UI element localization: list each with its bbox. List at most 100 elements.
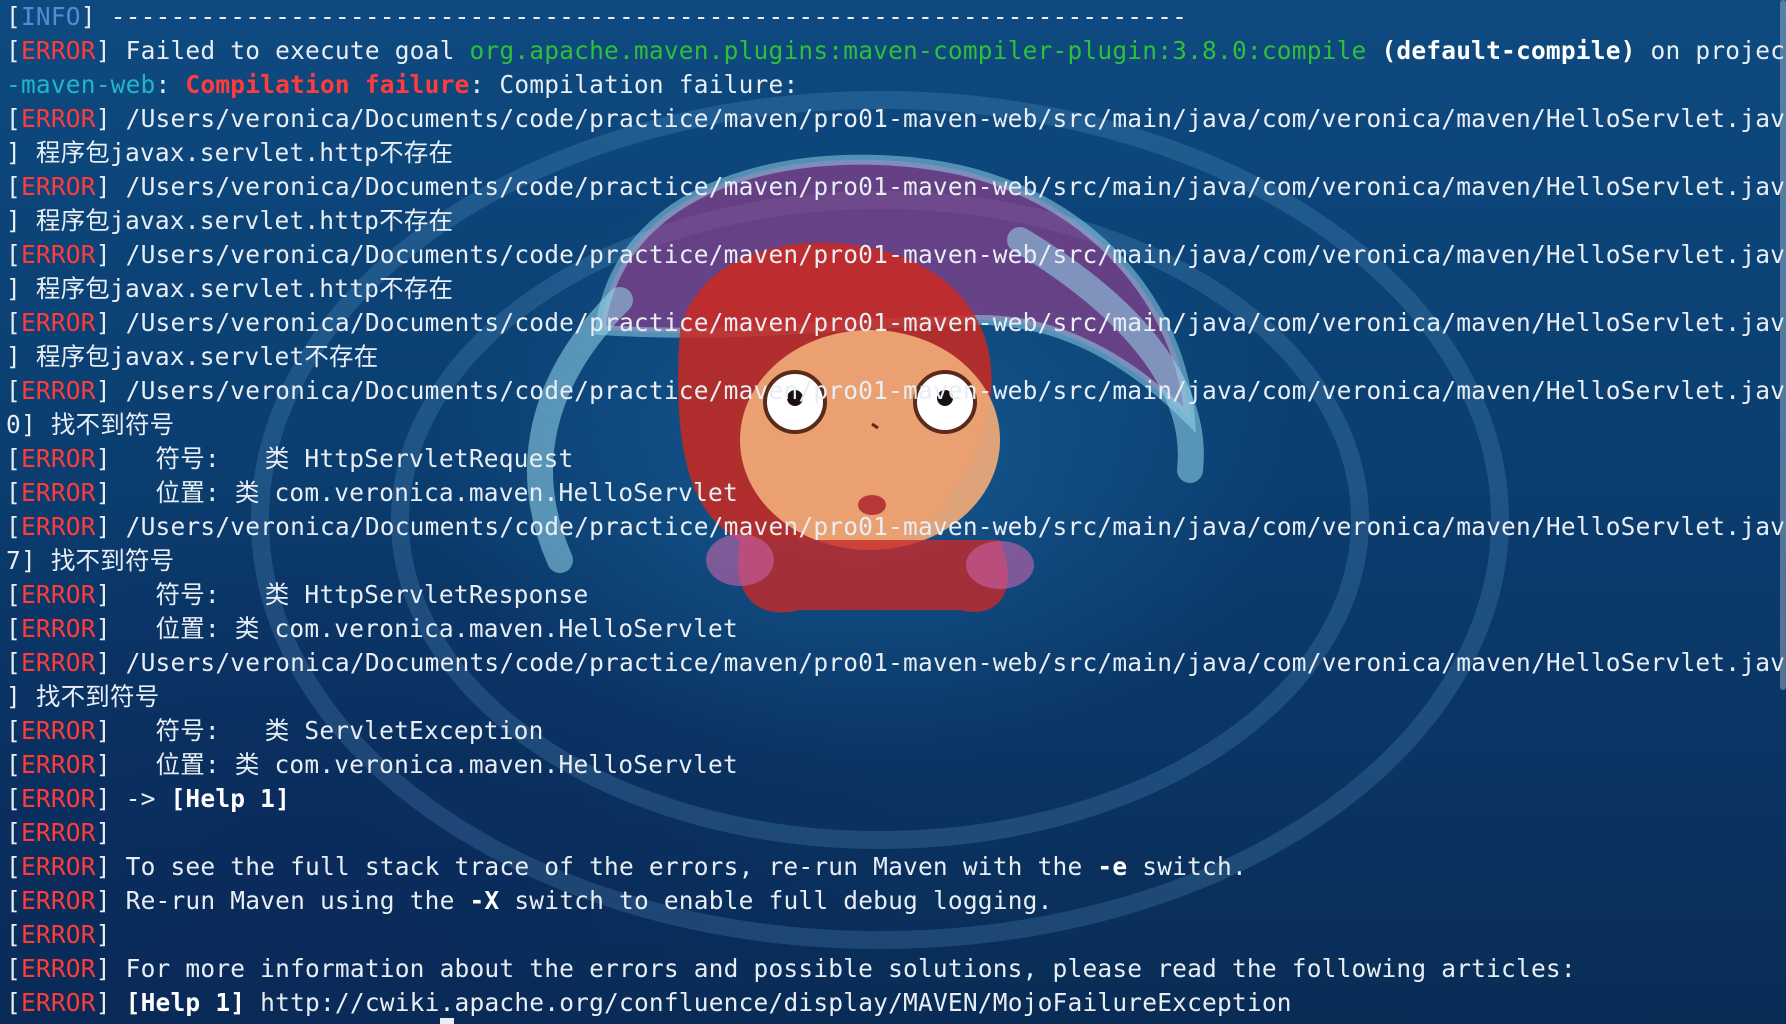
- log-line: -maven-web: Compilation failure: Compila…: [6, 68, 1780, 102]
- terminal-window[interactable]: [INFO] ---------------------------------…: [0, 0, 1786, 1024]
- level-bracket: ]: [95, 512, 111, 541]
- log-text: 符号: 类 ServletException: [110, 716, 544, 745]
- level-error: ERROR: [20, 784, 96, 813]
- log-line: [ERROR] -> [Help 1]: [6, 782, 1780, 816]
- level-error: ERROR: [20, 988, 96, 1017]
- level-error: ERROR: [20, 920, 96, 949]
- text-cursor: [440, 1018, 454, 1024]
- level-bracket: [: [6, 580, 21, 609]
- level-error: ERROR: [20, 36, 96, 65]
- log-text: : Compilation failure:: [469, 70, 799, 99]
- level-error: ERROR: [20, 376, 96, 405]
- level-bracket: ]: [95, 716, 111, 745]
- level-bracket: ]: [95, 784, 111, 813]
- log-line: [ERROR] /Users/veronica/Documents/code/p…: [6, 646, 1786, 680]
- log-line: [ERROR] /Users/veronica/Documents/code/p…: [6, 306, 1786, 340]
- level-bracket: [: [6, 36, 21, 65]
- level-bracket: [: [6, 478, 21, 507]
- level-bracket: [: [6, 614, 21, 643]
- level-bracket: [: [6, 648, 21, 677]
- level-info: INFO: [20, 2, 81, 31]
- level-bracket: [: [6, 172, 21, 201]
- log-line: [ERROR] /Users/veronica/Documents/code/p…: [6, 238, 1786, 272]
- log-line: [ERROR] Re-run Maven using the -X switch…: [6, 884, 1780, 918]
- log-text: For more information about the errors an…: [110, 954, 1576, 983]
- log-text: 位置: 类 com.veronica.maven.HelloServlet: [110, 614, 738, 643]
- log-line: [ERROR] 位置: 类 com.veronica.maven.HelloSe…: [6, 612, 1780, 646]
- level-bracket: [: [6, 512, 21, 541]
- level-bracket: ]: [95, 580, 111, 609]
- level-bracket: [: [6, 818, 21, 847]
- level-error: ERROR: [20, 104, 96, 133]
- log-text: ->: [110, 784, 171, 813]
- level-bracket: ]: [95, 954, 111, 983]
- log-text: ] 找不到符号: [6, 682, 160, 711]
- log-text: ] 程序包javax.servlet不存在: [6, 342, 379, 371]
- level-bracket: ]: [95, 478, 111, 507]
- log-line: ] 程序包javax.servlet不存在: [6, 340, 1780, 374]
- level-error: ERROR: [20, 648, 96, 677]
- level-bracket: [: [6, 308, 21, 337]
- log-text: To see the full stack trace of the error…: [110, 852, 1098, 881]
- log-line: [ERROR] /Users/veronica/Documents/code/p…: [6, 510, 1786, 544]
- level-bracket: ]: [95, 308, 111, 337]
- log-line: ] 找不到符号: [6, 680, 1780, 714]
- level-bracket: ]: [95, 920, 111, 949]
- log-text: [Help 1]: [125, 988, 246, 1017]
- level-bracket: ]: [95, 172, 111, 201]
- terminal-output[interactable]: [INFO] ---------------------------------…: [6, 0, 1786, 1020]
- level-error: ERROR: [20, 172, 96, 201]
- level-bracket: [: [6, 784, 21, 813]
- log-text: 位置: 类 com.veronica.maven.HelloServlet: [110, 478, 738, 507]
- log-text: 7] 找不到符号: [6, 546, 175, 575]
- log-text: :: [155, 70, 186, 99]
- log-line: [ERROR] /Users/veronica/Documents/code/p…: [6, 102, 1786, 136]
- level-bracket: ]: [95, 376, 111, 405]
- level-error: ERROR: [20, 580, 96, 609]
- log-text: switch.: [1127, 852, 1247, 881]
- level-bracket: [: [6, 920, 21, 949]
- level-bracket: ]: [95, 614, 111, 643]
- log-text: /Users/veronica/Documents/code/practice/…: [110, 308, 1786, 337]
- scrollbar-thumb[interactable]: [1780, 0, 1786, 690]
- level-bracket: [: [6, 240, 21, 269]
- log-text: switch to enable full debug logging.: [499, 886, 1053, 915]
- level-bracket: ]: [95, 818, 111, 847]
- log-line: [ERROR] 符号: 类 HttpServletRequest: [6, 442, 1780, 476]
- level-bracket: [: [6, 444, 21, 473]
- level-error: ERROR: [20, 818, 96, 847]
- log-text: http://cwiki.apache.org/confluence/displ…: [245, 988, 1292, 1017]
- log-line: 0] 找不到符号: [6, 408, 1780, 442]
- log-line: ] 程序包javax.servlet.http不存在: [6, 204, 1780, 238]
- log-text: /Users/veronica/Documents/code/practice/…: [110, 376, 1786, 405]
- log-line: [ERROR] [Help 1] http://cwiki.apache.org…: [6, 986, 1780, 1020]
- level-bracket: ]: [95, 36, 111, 65]
- level-error: ERROR: [20, 478, 96, 507]
- level-error: ERROR: [20, 954, 96, 983]
- log-text: /Users/veronica/Documents/code/practice/…: [110, 240, 1786, 269]
- log-line: ] 程序包javax.servlet.http不存在: [6, 136, 1780, 170]
- level-bracket: [: [6, 716, 21, 745]
- log-text: [Help 1]: [170, 784, 291, 813]
- level-bracket: ]: [80, 2, 96, 31]
- log-line: [INFO] ---------------------------------…: [6, 0, 1780, 34]
- level-error: ERROR: [20, 750, 96, 779]
- log-text: 符号: 类 HttpServletResponse: [110, 580, 589, 609]
- level-bracket: ]: [95, 648, 111, 677]
- log-text: Compilation failure: [185, 70, 470, 99]
- log-line: [ERROR] /Users/veronica/Documents/code/p…: [6, 170, 1786, 204]
- log-line: [ERROR] /Users/veronica/Documents/code/p…: [6, 374, 1786, 408]
- level-error: ERROR: [20, 852, 96, 881]
- log-text: Re-run Maven using the: [110, 886, 470, 915]
- log-text: ] 程序包javax.servlet.http不存在: [6, 138, 454, 167]
- level-error: ERROR: [20, 512, 96, 541]
- log-text: (default-compile): [1381, 36, 1636, 65]
- level-bracket: ]: [95, 104, 111, 133]
- log-text: ] 程序包javax.servlet.http不存在: [6, 274, 454, 303]
- log-text: org.apache.maven.plugins:maven-compiler-…: [469, 36, 1367, 65]
- log-line: [ERROR] 位置: 类 com.veronica.maven.HelloSe…: [6, 476, 1780, 510]
- log-text: ] 程序包javax.servlet.http不存在: [6, 206, 454, 235]
- log-line: 7] 找不到符号: [6, 544, 1780, 578]
